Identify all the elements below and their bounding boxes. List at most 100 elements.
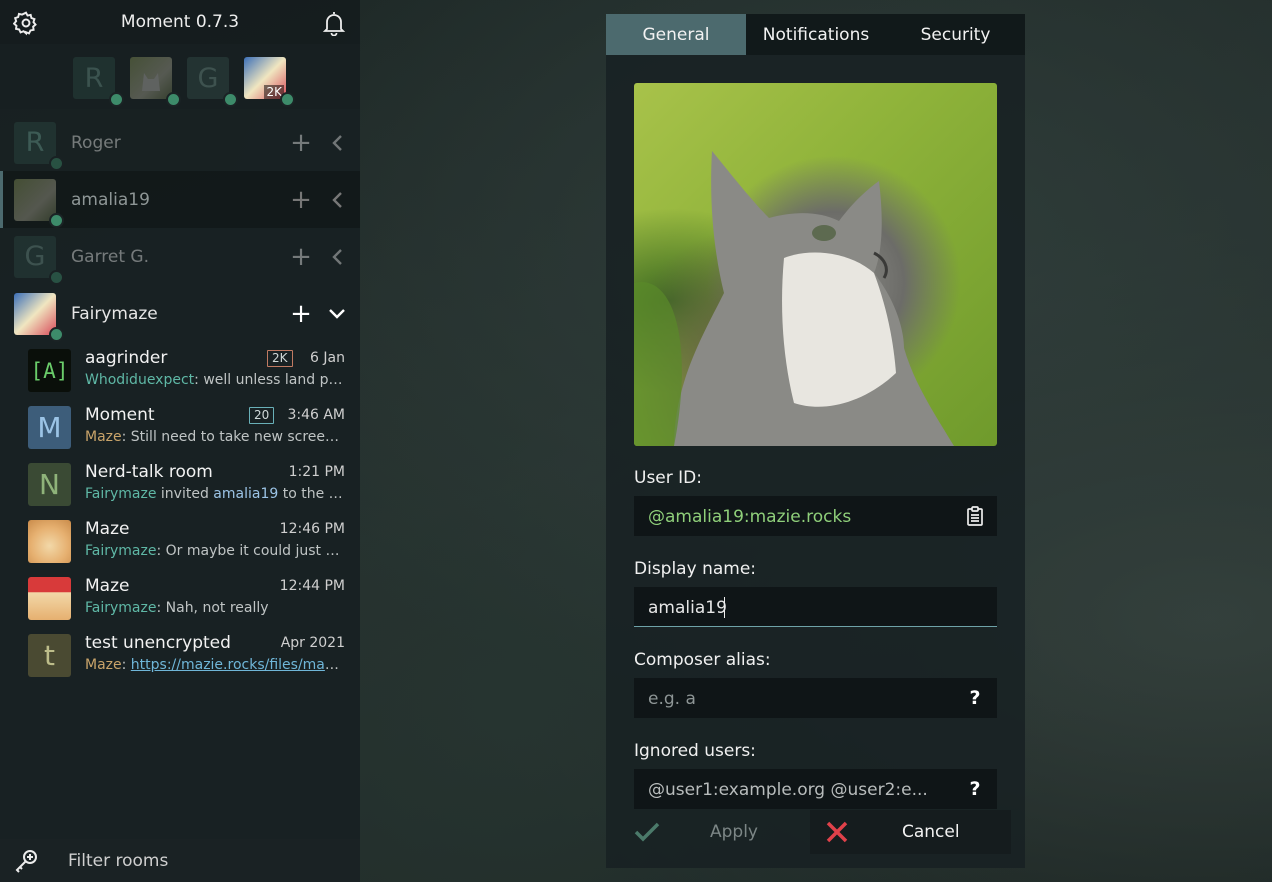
ignored-users-input[interactable]: @user1:example.org @user2:e... ? [634,769,997,809]
account-name: Fairymaze [71,303,158,324]
room-preview: Maze: Still need to take new screens... [85,429,345,445]
preview-text: : Still need to take new screens... [121,429,345,445]
ignored-users-label: Ignored users: [634,741,756,761]
help-icon[interactable]: ? [963,777,987,801]
preview-text: : Nah, not really [156,600,269,616]
presence-dot [49,213,64,228]
room-name: test unencrypted [85,633,231,653]
cancel-button[interactable]: Cancel [810,810,1011,854]
user-id-value: @amalia19:mazie.rocks [648,507,852,527]
account-avatar [14,292,56,335]
search-key-icon[interactable] [13,847,41,875]
room-name: Moment [85,405,155,425]
add-room-icon[interactable]: + [289,299,313,329]
tab-security[interactable]: Security [886,14,1025,55]
settings-tabs: General Notifications Security [606,14,1025,55]
account-avatar-garret[interactable]: G [187,57,229,99]
selection-indicator [0,171,3,228]
ignored-users-placeholder: @user1:example.org @user2:e... [648,780,928,800]
preview-text: : Or maybe it could just be... [156,543,345,559]
copy-clipboard-icon[interactable] [963,504,987,528]
add-room-icon[interactable]: + [289,185,313,215]
apply-button[interactable]: Apply [620,810,810,854]
room-avatar: N [28,463,71,506]
room-item-nerd-talk[interactable]: N Nerd-talk room 1:21 PM Fairymaze invit… [0,456,360,513]
room-item-test-unencrypted[interactable]: t test unencrypted Apr 2021 Maze: https:… [0,627,360,684]
room-preview: Whodiduexpect: well unless land pr... [85,372,345,388]
chevron-down-icon[interactable] [325,302,349,326]
tab-general[interactable]: General [606,14,746,55]
composer-alias-input[interactable]: e.g. a ? [634,678,997,718]
sender-name: Fairymaze [85,486,157,502]
presence-dot [223,92,238,107]
sender-name: Whodiduexpect [85,372,195,388]
account-avatar: G [14,235,56,278]
room-name: Maze [85,576,130,596]
presence-dot [280,92,295,107]
presence-dot [166,92,181,107]
form-buttons: Apply Cancel [606,810,1025,854]
notifications-bell-icon[interactable] [320,9,348,37]
room-item-moment[interactable]: M Moment 20 3:46 AM Maze: Still need to … [0,399,360,456]
room-name: Maze [85,519,130,539]
room-avatar [28,520,71,563]
sender-name: Fairymaze [85,543,157,559]
chevron-left-icon[interactable] [325,245,349,269]
display-name-input[interactable]: amalia19 [634,587,997,627]
cat-icon [142,73,160,91]
profile-avatar-image[interactable] [634,83,997,446]
account-row-roger[interactable]: R Roger + [0,114,360,171]
room-avatar: t [28,634,71,677]
room-preview: Fairymaze: Or maybe it could just be... [85,543,345,559]
account-row-amalia19[interactable]: amalia19 + [0,171,360,228]
room-item-maze-2[interactable]: Maze 12:44 PM Fairymaze: Nah, not really [0,570,360,627]
kitten-photo-icon [634,151,954,446]
filter-rooms-bar[interactable]: Filter rooms [0,839,360,882]
preview-text: : well unless land pr... [194,372,345,388]
help-icon[interactable]: ? [963,686,987,710]
add-room-icon[interactable]: + [289,128,313,158]
presence-dot [109,92,124,107]
room-name: aagrinder [85,348,168,368]
avatar-letter: G [197,62,219,94]
close-icon [826,821,848,843]
account-name: Roger [71,132,121,153]
account-avatar: R [14,121,56,164]
chevron-left-icon[interactable] [325,188,349,212]
sender-name: Maze [85,657,122,673]
preview-text: invited [156,486,214,502]
account-row-garret[interactable]: G Garret G. + [0,228,360,285]
room-item-aagrinder[interactable]: [A] aagrinder 2K 6 Jan Whodiduexpect: we… [0,342,360,399]
room-time: 3:46 AM [287,407,345,423]
add-room-icon[interactable]: + [289,242,313,272]
account-settings-pane: General Notifications Security User ID: … [606,14,1025,868]
room-item-maze-1[interactable]: Maze 12:46 PM Fairymaze: Or maybe it cou… [0,513,360,570]
presence-dot [49,156,64,171]
apply-label: Apply [710,822,758,842]
room-preview: Fairymaze invited amalia19 to the ro... [85,486,345,502]
room-time: Apr 2021 [280,635,345,651]
sidebar-topbar: Moment 0.7.3 [0,0,360,44]
preview-text: to the ro... [282,486,345,502]
tab-notifications[interactable]: Notifications [746,14,886,55]
account-avatar-amalia19[interactable] [130,57,172,99]
target-name: amalia19 [213,486,279,502]
account-name: amalia19 [71,189,150,210]
account-avatar-fairymaze[interactable]: 2K [244,57,286,99]
preview-link[interactable]: https://mazie.rocks/files/maz... [131,657,345,673]
sender-name: Fairymaze [85,600,157,616]
chevron-left-icon[interactable] [325,131,349,155]
sender-name: Maze [85,429,122,445]
avatar-letter: G [24,241,46,272]
room-time: 12:46 PM [279,521,345,537]
composer-alias-label: Composer alias: [634,650,771,670]
avatar-letter: R [84,62,104,94]
room-time: 6 Jan [310,350,345,366]
filter-rooms-input[interactable]: Filter rooms [68,851,168,871]
account-row-fairymaze[interactable]: Fairymaze + [0,285,360,342]
room-time: 12:44 PM [279,578,345,594]
unread-badge: 2K [267,350,293,367]
account-avatar-row: R G 2K [0,44,360,109]
account-avatar-roger[interactable]: R [73,57,115,99]
checkmark-icon [634,822,660,842]
